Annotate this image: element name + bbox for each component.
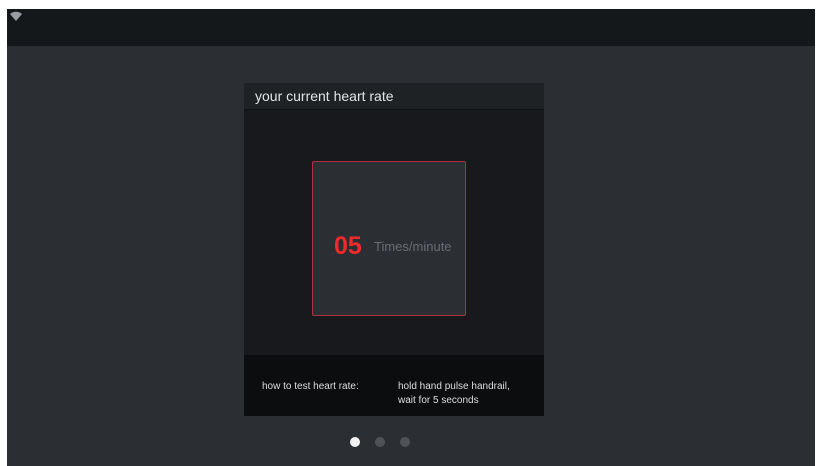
card-title: your current heart rate	[255, 88, 394, 104]
instructions-panel: how to test heart rate: hold hand pulse …	[244, 355, 544, 416]
heart-rate-value: 05	[334, 232, 362, 260]
heart-rate-unit: Times/minute	[374, 239, 452, 254]
wifi-icon	[10, 11, 22, 21]
page-indicator	[350, 437, 410, 449]
heart-rate-box: 05 Times/minute	[312, 161, 466, 316]
instructions-label: how to test heart rate:	[262, 381, 359, 392]
page-dot-2[interactable]	[375, 437, 385, 447]
screen: your current heart rate 05 Times/minute …	[7, 9, 815, 466]
page-dot-3[interactable]	[400, 437, 410, 447]
page-dot-1[interactable]	[350, 437, 360, 447]
status-bar	[7, 9, 815, 46]
instructions-line-2: wait for 5 seconds	[398, 395, 479, 406]
heart-rate-card: your current heart rate 05 Times/minute …	[244, 83, 544, 416]
card-header: your current heart rate	[244, 83, 544, 110]
instructions-line-1: hold hand pulse handrail,	[398, 381, 510, 392]
